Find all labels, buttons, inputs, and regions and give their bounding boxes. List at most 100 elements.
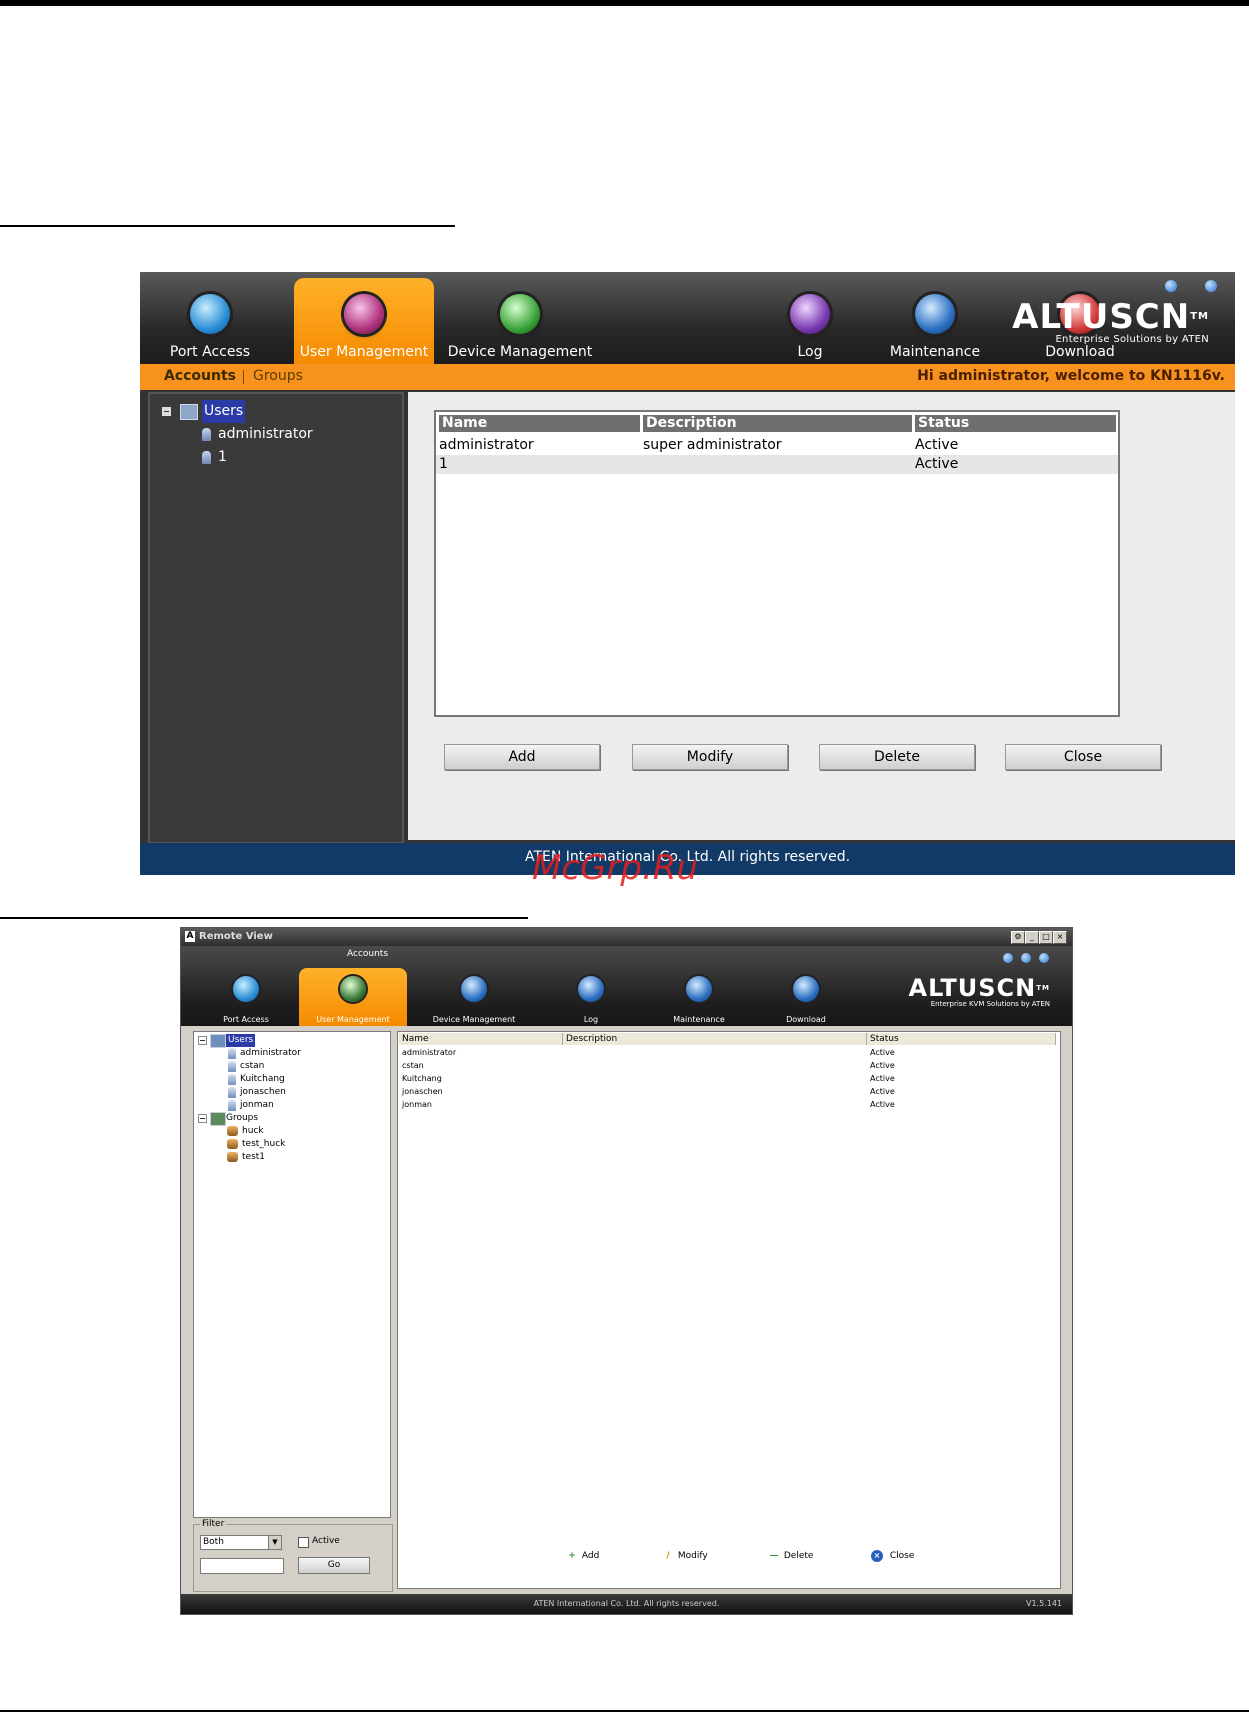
logout-icon[interactable] <box>1039 953 1049 963</box>
table-cell-status[interactable]: Active <box>870 1061 895 1071</box>
users-folder-icon <box>210 1034 226 1048</box>
port-access-icon <box>233 976 259 1002</box>
subnav-divider <box>243 370 244 384</box>
user-tree-pane: Users administrator cstan Kuitchang jona… <box>193 1031 391 1518</box>
tab-label: Download <box>786 1015 826 1024</box>
logout-icon[interactable] <box>1205 280 1217 292</box>
modify-button[interactable]: / Modify <box>661 1547 707 1565</box>
active-checkbox[interactable] <box>298 1537 309 1548</box>
tab-maintenance[interactable]: Maintenance <box>870 278 1000 364</box>
altuscn-logo: ALTUSCNTM Enterprise KVM Solutions by AT… <box>908 974 1051 1008</box>
table-cell-status[interactable]: Active <box>870 1074 895 1084</box>
tree-label-user: administrator <box>218 426 313 442</box>
collapse-icon[interactable] <box>198 1036 207 1045</box>
groups-folder-icon <box>210 1112 226 1126</box>
group-icon <box>227 1139 238 1149</box>
chevron-down-icon[interactable]: ▼ <box>268 1536 281 1549</box>
table-cell-status[interactable]: Active <box>870 1100 895 1110</box>
tab-device-management[interactable]: Device Management <box>440 278 600 364</box>
subnav-groups[interactable]: Groups <box>253 368 303 384</box>
filter-select[interactable]: Both ▼ <box>200 1535 282 1550</box>
table-cell-name[interactable]: administrator <box>436 436 534 455</box>
log-icon <box>578 976 604 1002</box>
maximize-icon[interactable]: □ <box>1039 931 1053 944</box>
tab-log[interactable]: Log <box>556 968 626 1026</box>
close-button[interactable]: Close <box>1005 744 1161 770</box>
user-tree-pane: Users administrator 1 <box>148 392 404 844</box>
tree-label-user: administrator <box>240 1048 301 1058</box>
window-title: Remote View <box>199 931 273 942</box>
tab-user-management[interactable]: User Management <box>294 278 434 364</box>
tab-port-access[interactable]: Port Access <box>201 968 291 1026</box>
table-cell-status[interactable]: Active <box>870 1087 895 1097</box>
copyright-footer: ATEN International Co. Ltd. All rights r… <box>181 1594 1072 1614</box>
delete-button[interactable]: — Delete <box>767 1547 814 1565</box>
section-rule-1 <box>0 225 455 227</box>
go-button[interactable]: Go <box>298 1557 370 1574</box>
tree-label-user: jonaschen <box>240 1087 286 1097</box>
sub-nav-bar: Accounts Groups Hi administrator, welcom… <box>140 364 1235 390</box>
altuscn-logo: ALTUSCNTM Enterprise Solutions by ATEN <box>1012 297 1209 345</box>
column-header-description[interactable]: Description <box>563 1033 867 1045</box>
settings-icon[interactable]: ⚙ <box>1011 931 1025 944</box>
tree-label-group: test_huck <box>242 1139 286 1149</box>
collapse-icon[interactable] <box>198 1114 207 1123</box>
column-header-status[interactable]: Status <box>867 1033 1056 1045</box>
table-cell-status[interactable]: Active <box>870 1048 895 1058</box>
version-label: V1.5.141 <box>1025 1599 1062 1608</box>
tab-label: Device Management <box>447 344 593 360</box>
tab-label: Log <box>797 344 823 360</box>
table-cell-status[interactable]: Active <box>912 436 958 455</box>
tab-label: User Management <box>316 1015 390 1024</box>
download-icon <box>793 976 819 1002</box>
tree-label-group: huck <box>242 1126 264 1136</box>
column-header-status[interactable]: Status <box>915 415 1116 432</box>
tab-label: Maintenance <box>889 344 981 360</box>
subnav-accounts[interactable]: Accounts <box>164 368 236 384</box>
filter-text-input[interactable] <box>200 1558 284 1574</box>
table-cell-name[interactable]: jonman <box>402 1100 432 1110</box>
modify-button[interactable]: Modify <box>632 744 788 770</box>
user-icon <box>228 1100 236 1111</box>
delete-button[interactable]: Delete <box>819 744 975 770</box>
screenshot-user-management-remote-view: A Remote View ⚙ _ □ × Accounts Port Acce… <box>180 927 1073 1615</box>
column-header-name[interactable]: Name <box>399 1033 563 1045</box>
help-icon[interactable] <box>1003 953 1013 963</box>
welcome-message: Hi administrator, welcome to KN1116v. <box>917 368 1225 384</box>
table-cell-status[interactable]: Active <box>912 455 958 474</box>
table-cell-description[interactable]: super administrator <box>640 436 782 455</box>
add-button[interactable]: + Add <box>565 1547 599 1565</box>
column-header-name[interactable]: Name <box>439 415 640 432</box>
table-row[interactable] <box>436 455 1118 474</box>
tree-label-user: jonman <box>240 1100 274 1110</box>
add-icon: + <box>568 1551 576 1561</box>
close-window-icon[interactable]: × <box>1053 931 1067 944</box>
column-header-description[interactable]: Description <box>643 415 912 432</box>
tree-label-user: Kuitchang <box>240 1074 285 1084</box>
minimize-icon[interactable]: _ <box>1025 931 1039 944</box>
tab-port-access[interactable]: Port Access <box>150 278 270 364</box>
tab-log[interactable]: Log <box>760 278 860 364</box>
table-cell-name[interactable]: administrator <box>402 1048 456 1058</box>
tree-label-users: Users <box>202 400 246 423</box>
help-icon[interactable] <box>1165 280 1177 292</box>
tree-label-user: 1 <box>218 449 227 465</box>
main-nav-bar: Port Access User Management Device Manag… <box>140 272 1235 364</box>
table-cell-name[interactable]: cstan <box>402 1061 424 1071</box>
tab-user-management[interactable]: User Management <box>299 968 407 1026</box>
tab-device-management[interactable]: Device Management <box>419 968 529 1026</box>
tab-download[interactable]: Download <box>766 968 846 1026</box>
table-cell-name[interactable]: Kuitchang <box>402 1074 442 1084</box>
add-button[interactable]: Add <box>444 744 600 770</box>
log-icon <box>790 294 830 334</box>
filter-group: Filter Both ▼ Active Go <box>193 1519 393 1592</box>
table-cell-name[interactable]: jonaschen <box>402 1087 443 1097</box>
tree-label-user: cstan <box>240 1061 265 1071</box>
watermark: McGrp.Ru <box>532 848 698 888</box>
tab-maintenance[interactable]: Maintenance <box>654 968 744 1026</box>
user-icon <box>228 1087 236 1098</box>
collapse-icon[interactable] <box>162 407 171 416</box>
close-button[interactable]: × Close <box>871 1547 914 1565</box>
info-icon[interactable] <box>1021 953 1031 963</box>
table-cell-name[interactable]: 1 <box>436 455 448 474</box>
